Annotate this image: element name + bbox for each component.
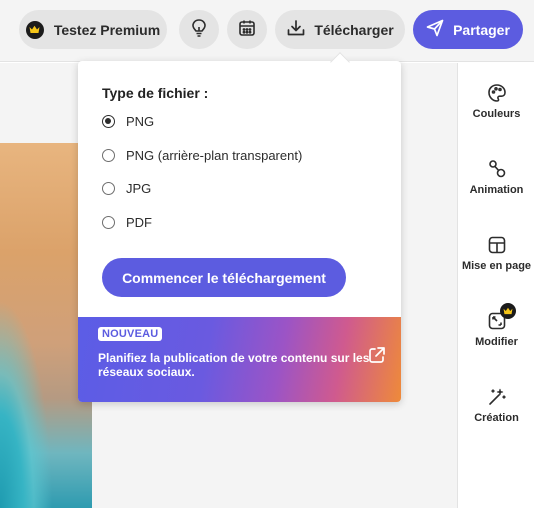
sidebar-item-label: Mise en page <box>461 260 532 272</box>
magic-wand-icon <box>487 387 507 407</box>
premium-crown-icon <box>499 303 516 319</box>
calendar-icon <box>238 19 256 40</box>
radio-button[interactable] <box>102 148 115 162</box>
top-toolbar: Testez Premium Télécharger Partager <box>0 0 534 62</box>
promo-text: Planifiez la publication de votre conten… <box>98 351 370 379</box>
file-type-option-pdf[interactable]: PDF <box>102 212 152 232</box>
sidebar-item-label: Couleurs <box>472 108 521 120</box>
file-type-option-png[interactable]: PNG <box>102 111 154 131</box>
resize-icon <box>487 303 516 331</box>
option-label: JPG <box>126 180 152 196</box>
external-link-icon[interactable] <box>367 345 387 370</box>
option-label: PNG <box>126 113 155 129</box>
try-premium-button[interactable]: Testez Premium <box>19 10 167 49</box>
file-type-heading: Type de fichier : <box>102 85 209 101</box>
sidebar-item-label: Modifier <box>475 336 518 348</box>
palette-icon <box>487 83 507 103</box>
download-button[interactable]: Télécharger <box>275 10 405 49</box>
animation-icon <box>487 159 507 179</box>
schedule-promo-banner[interactable]: NOUVEAU Planifiez la publication de votr… <box>78 317 401 402</box>
right-sidebar: Couleurs Animation Mise en page Modifier… <box>457 63 534 508</box>
try-premium-label: Testez Premium <box>53 21 161 38</box>
lightbulb-icon <box>190 18 208 41</box>
sidebar-item-creation[interactable]: Création <box>458 387 534 424</box>
file-type-option-jpg[interactable]: JPG <box>102 178 151 198</box>
sidebar-item-label: Animation <box>469 184 524 196</box>
sidebar-item-modify[interactable]: Modifier <box>458 303 534 348</box>
crown-icon <box>25 20 44 39</box>
layout-icon <box>487 235 507 255</box>
file-type-option-png-transparent[interactable]: PNG (arrière-plan transparent) <box>102 145 302 165</box>
start-download-button[interactable]: Commencer le téléchargement <box>102 258 346 297</box>
sidebar-item-layout[interactable]: Mise en page <box>458 235 534 272</box>
send-icon <box>426 19 453 40</box>
share-button[interactable]: Partager <box>413 10 523 49</box>
new-badge: NOUVEAU <box>98 327 163 341</box>
download-popover: Type de fichier : PNG PNG (arrière-plan … <box>78 61 401 402</box>
radio-button[interactable] <box>102 181 115 195</box>
radio-button[interactable] <box>102 215 115 229</box>
download-icon <box>286 19 314 40</box>
sidebar-item-colors[interactable]: Couleurs <box>458 83 534 120</box>
option-label: PDF <box>126 214 152 230</box>
option-label: PNG (arrière-plan transparent) <box>126 147 303 163</box>
schedule-button[interactable] <box>227 10 267 49</box>
radio-button[interactable] <box>102 114 115 128</box>
sidebar-item-label: Création <box>474 412 519 424</box>
ideas-button[interactable] <box>179 10 219 49</box>
download-label: Télécharger <box>314 21 394 38</box>
share-label: Partager <box>453 21 510 38</box>
sidebar-item-animation[interactable]: Animation <box>458 159 534 196</box>
